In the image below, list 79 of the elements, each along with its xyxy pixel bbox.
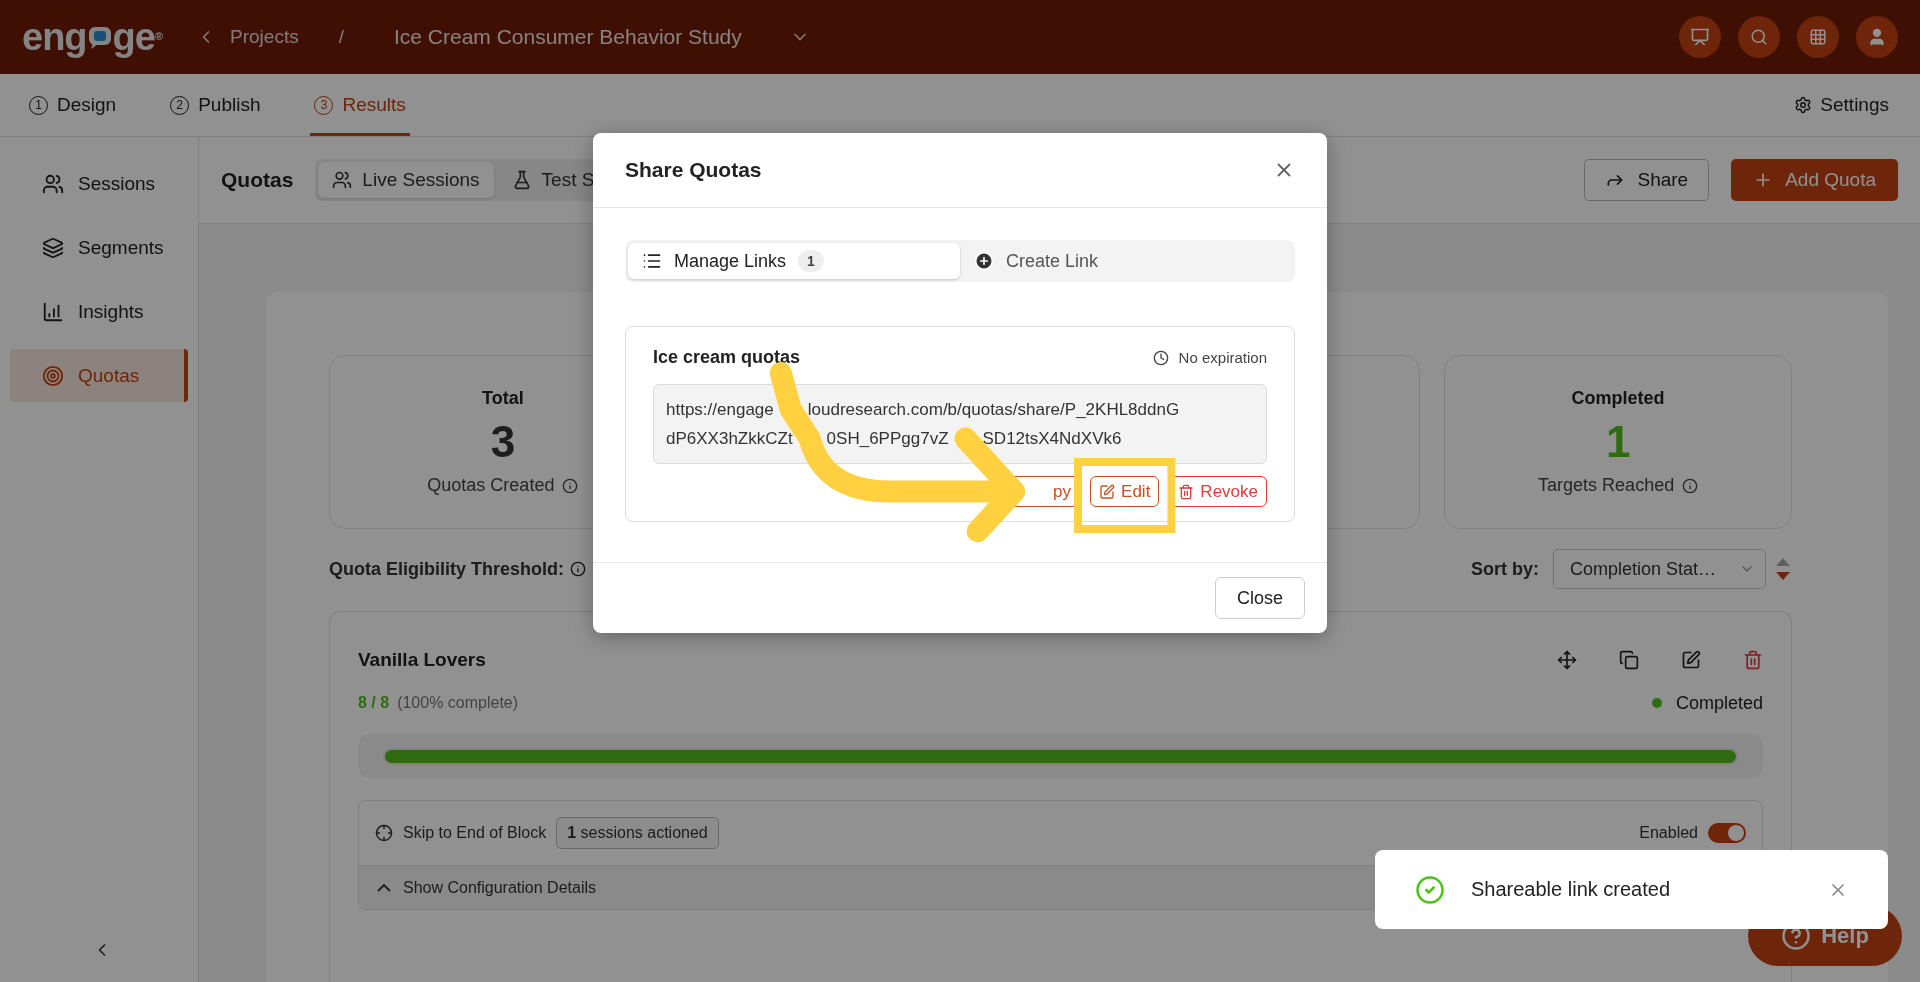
speech-bubble-icon (86, 24, 113, 50)
breadcrumb-link[interactable]: Projects (230, 26, 299, 48)
sort-select[interactable]: Completion Stat… (1553, 549, 1766, 589)
quota-percent: (100% complete) (397, 694, 519, 712)
session-tab[interactable]: Test S (497, 162, 609, 198)
move-icon[interactable] (1557, 650, 1577, 670)
edit-button[interactable]: Edit (1090, 476, 1160, 507)
edit-icon (1099, 483, 1116, 500)
stat-value: 1 (1605, 417, 1631, 467)
link-url-field[interactable]: https://engage loudresearch.com/b/quotas/share/P_2KHL8ddnG dP6XX3hZkkCZt 0SH_6PPgg7vZ SD12tsX4NdXVk6 (653, 384, 1267, 464)
quota-count: 8 / 8 (358, 694, 390, 712)
stat-title: Completed (1571, 388, 1665, 409)
sidebar-item[interactable]: Segments (10, 221, 188, 274)
session-tab[interactable]: Live Sessions (318, 162, 494, 198)
page-title: Quotas (221, 168, 294, 192)
chevron-up-icon (377, 883, 391, 892)
expiry-label: No expiration (1178, 349, 1267, 366)
share-button[interactable]: Share (1584, 159, 1710, 201)
quota-name: Vanilla Lovers (358, 649, 486, 671)
target-icon (42, 364, 64, 387)
settings-icon (1794, 96, 1813, 114)
stat-caption: Targets Reached (1538, 475, 1675, 496)
link-url-text: 0SH_6PPgg7vZ (826, 428, 949, 450)
stat-title: Total (482, 388, 524, 409)
stat-value: 3 (490, 417, 516, 467)
dialog-tab[interactable]: Manage Links 1 (628, 243, 960, 279)
info-icon (1682, 477, 1699, 494)
settings-button[interactable]: Settings (1788, 74, 1895, 136)
apps-button[interactable] (1797, 16, 1839, 58)
link-url-text: loudresearch.com/b/quotas/share/P_2KHL8ddnG (807, 399, 1180, 421)
grid-icon (1809, 28, 1827, 46)
project-title: Ice Cream Consumer Behavior Study (393, 25, 742, 49)
status-dot (1651, 698, 1662, 708)
list-icon (642, 251, 662, 271)
plus-circle-icon (974, 251, 994, 271)
toast-message: Shareable link created (1471, 878, 1671, 901)
link-url-text: SD12tsX4NdXVk6 (982, 428, 1122, 450)
clock-icon (1152, 349, 1169, 366)
sidebar-item[interactable]: Insights (10, 285, 188, 338)
crosshair-icon (375, 824, 393, 842)
search-button[interactable] (1738, 16, 1780, 58)
breadcrumb-separator: / (338, 26, 344, 48)
edit-icon[interactable] (1681, 650, 1701, 670)
users-icon (332, 170, 353, 190)
search-icon (1750, 28, 1768, 46)
enabled-label: Enabled (1639, 824, 1698, 842)
trash-icon (1178, 483, 1195, 500)
sort-label: Sort by: (1471, 558, 1539, 580)
enabled-toggle[interactable] (1708, 823, 1746, 843)
layers-icon (42, 236, 64, 259)
copy-icon[interactable] (1619, 650, 1639, 670)
quota-status: Completed (1675, 692, 1763, 714)
dialog-tab[interactable]: Create Link (960, 243, 1292, 279)
stat-caption: Quotas Created (427, 475, 555, 496)
presentation-button[interactable] (1679, 16, 1721, 58)
chart-icon (42, 300, 64, 323)
dialog-title: Share Quotas (625, 158, 762, 182)
sidebar-item[interactable]: Sessions (10, 157, 188, 210)
user-icon (1867, 27, 1887, 47)
logo: eng ge® (22, 15, 163, 59)
threshold-label: Quota Eligibility Threshold: (329, 558, 564, 580)
check-circle-icon (1415, 874, 1445, 905)
presentation-icon (1690, 27, 1710, 47)
sessions-badge: 1 sessions actioned (556, 817, 719, 849)
info-icon (570, 561, 586, 577)
add-quota-button[interactable]: Add Quota (1731, 159, 1898, 201)
link-url-text: dP6XX3hZkkCZt (666, 428, 793, 450)
close-button[interactable]: Close (1215, 577, 1305, 619)
step-tab[interactable]: 1 Design (25, 74, 121, 136)
sidebar-item[interactable]: Quotas (10, 349, 188, 402)
link-url-text: https://engage (666, 399, 774, 421)
action-label: Skip to End of Block (403, 824, 547, 842)
users-icon (42, 172, 64, 195)
sort-order-icon[interactable] (1774, 556, 1792, 582)
link-name: Ice cream quotas (653, 347, 801, 368)
profile-button[interactable] (1856, 16, 1898, 58)
info-icon (562, 477, 579, 494)
trash-icon[interactable] (1743, 650, 1763, 670)
step-tab[interactable]: 2 Publish (166, 74, 265, 136)
